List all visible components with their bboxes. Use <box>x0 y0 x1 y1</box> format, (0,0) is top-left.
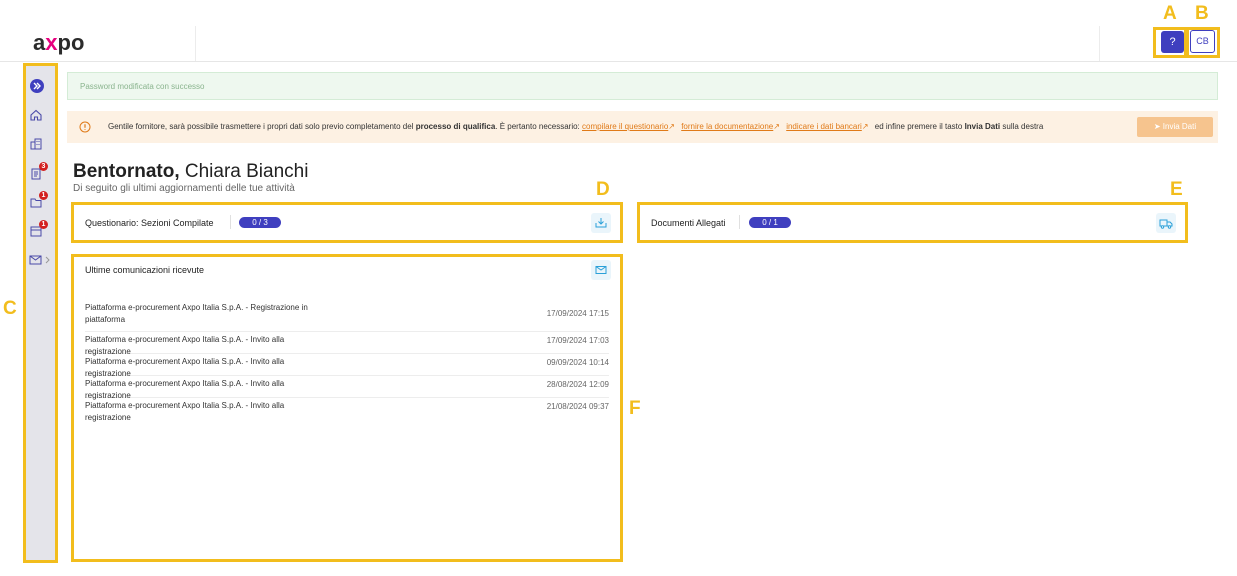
annotation-box-d <box>71 202 623 243</box>
annotation-box-c <box>23 63 58 563</box>
annotation-label-a: A <box>1163 3 1177 24</box>
external-link-icon: ↗ <box>773 122 780 131</box>
warning-icon <box>79 121 91 133</box>
bank-data-link[interactable]: indicare i dati bancari <box>786 122 862 131</box>
external-link-icon: ↗ <box>668 122 675 131</box>
annotation-label-e: E <box>1170 179 1183 200</box>
success-alert: Password modificata con successo <box>67 72 1218 100</box>
warning-text: Gentile fornitore, sarà possibile trasme… <box>108 122 1044 131</box>
annotation-box-b <box>1186 27 1220 58</box>
annotation-label-b: B <box>1195 3 1209 24</box>
questionnaire-link[interactable]: compilare il questionario <box>582 122 668 131</box>
top-bar: axpo ? CB <box>0 0 1237 62</box>
annotation-label-c: C <box>3 298 17 319</box>
annotation-box-e <box>637 202 1188 243</box>
external-link-icon: ↗ <box>861 122 869 131</box>
documentation-link[interactable]: fornire la documentazione <box>681 122 773 131</box>
axpo-logo[interactable]: axpo <box>33 30 84 56</box>
annotation-box-f <box>71 254 623 562</box>
header-divider <box>195 26 196 61</box>
annotation-label-f: F <box>629 398 641 419</box>
header-divider <box>1099 26 1100 61</box>
qualification-warning-alert: Gentile fornitore, sarà possibile trasme… <box>67 111 1218 143</box>
welcome-subtitle: Di seguito gli ultimi aggiornamenti dell… <box>73 183 295 194</box>
welcome-heading: Bentornato, Chiara Bianchi <box>73 161 309 182</box>
annotation-label-d: D <box>596 179 610 200</box>
send-icon: ➤ <box>1153 122 1163 131</box>
send-data-button[interactable]: ➤ Invia Dati <box>1137 117 1213 137</box>
annotation-box-a <box>1153 27 1187 58</box>
